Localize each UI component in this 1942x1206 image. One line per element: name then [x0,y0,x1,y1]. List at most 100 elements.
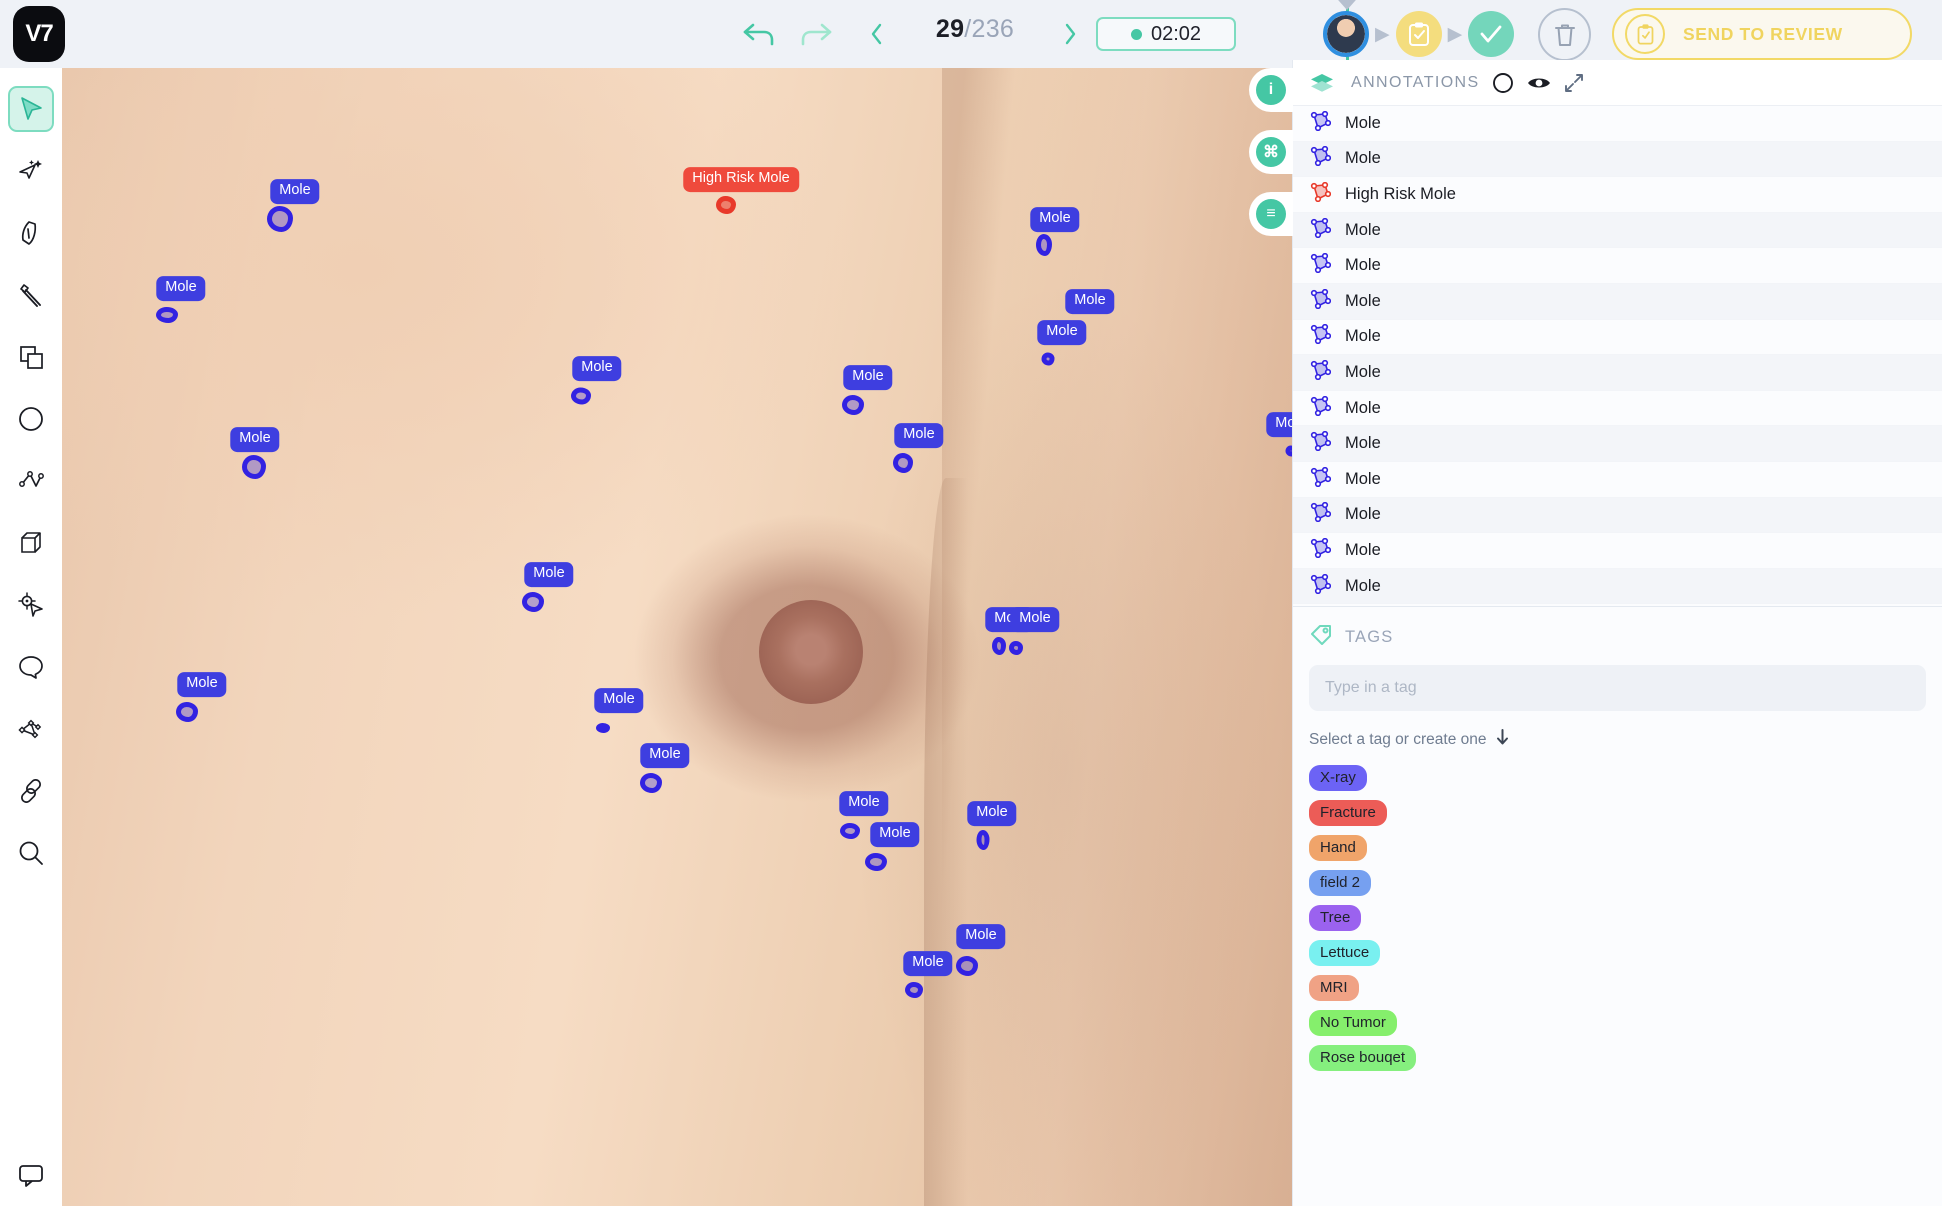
tag-chip[interactable]: Fracture [1309,800,1387,826]
tag-chip[interactable]: Tree [1309,905,1362,931]
annotation-label-chip[interactable]: Mole [524,562,574,587]
annotation-polygon[interactable] [571,387,591,405]
tag-chip[interactable]: field 2 [1309,870,1372,896]
annotation-polygon[interactable] [640,773,662,793]
annotation-polygon[interactable] [716,196,736,214]
tag-chip[interactable]: MRI [1309,975,1359,1001]
info-tab[interactable]: i [1249,68,1293,112]
annotation-polygon[interactable] [865,853,887,871]
annotation-label-chip[interactable]: Mole [839,791,889,816]
annotation-label-chip[interactable]: Mole [1065,289,1115,314]
v7-logo[interactable]: V7 [13,6,65,62]
annotation-polygon[interactable] [840,823,860,839]
annotation-list-item[interactable]: Mole [1293,355,1942,391]
annotation-list-item[interactable]: Mole [1293,426,1942,462]
annotation-label-chip[interactable]: Mole [230,427,280,452]
annotation-polygon[interactable] [1036,234,1052,256]
annotation-polygon[interactable] [905,982,923,998]
annotation-label-chip[interactable]: Mole [967,801,1017,826]
annotation-label-chip[interactable]: Mole [572,356,622,381]
annotation-polygon[interactable] [976,830,990,850]
annotation-polygon[interactable] [992,637,1006,655]
annotation-label-chip[interactable]: Mole [177,672,227,697]
annotation-label-chip[interactable]: Mole [1030,207,1080,232]
next-image-button[interactable] [1055,14,1085,54]
bounding-box-tool[interactable] [8,334,54,380]
send-to-review-button[interactable]: SEND TO REVIEW [1612,8,1912,60]
annotation-polygon[interactable] [1009,641,1023,655]
pen-tool[interactable] [8,210,54,256]
tag-chip[interactable]: No Tumor [1309,1010,1397,1036]
annotation-polygon[interactable] [956,956,978,976]
annotation-list-item[interactable]: Mole [1293,283,1942,320]
annotations-list[interactable]: Mole Mole High Risk Mole Mole Mole Mole Mole Mo… [1293,106,1942,606]
annotation-list-item[interactable]: Mole [1293,533,1942,569]
shortcuts-tab[interactable]: ⌘ [1249,130,1293,174]
polyline-tool[interactable] [8,458,54,504]
annotation-label-chip[interactable]: Mole [956,924,1006,949]
complete-stage-button[interactable] [1468,11,1515,57]
eye-icon[interactable] [1526,74,1552,92]
circle-outline-icon[interactable] [1492,72,1514,94]
tag-input[interactable]: Type in a tag [1309,665,1926,711]
review-stage-button[interactable] [1395,11,1442,57]
annotation-list-item[interactable]: Mole [1293,319,1942,356]
annotation-list-item[interactable]: Mole [1293,390,1942,427]
annotation-list-item[interactable]: Mole [1293,568,1942,605]
annotation-label-chip[interactable]: Mole [843,365,893,390]
annotation-polygon[interactable] [267,206,293,232]
annotation-polygon[interactable] [176,702,198,722]
select-tool[interactable] [8,86,54,132]
session-timer[interactable]: 02:02 [1096,17,1236,51]
redo-button[interactable] [795,14,835,54]
annotation-list-item[interactable]: Mole [1293,461,1942,498]
keypoint-tool[interactable] [8,582,54,628]
brush-tool[interactable] [8,272,54,318]
annotation-label-chip[interactable]: Mole [640,743,690,768]
ellipse-tool[interactable] [8,396,54,442]
annotation-label-chip[interactable]: Mole [1010,607,1060,632]
annotation-label-chip[interactable]: Mole [270,179,320,204]
expand-arrows-icon[interactable] [1564,73,1584,93]
link-tool[interactable] [8,768,54,814]
delete-button[interactable] [1538,8,1591,61]
tag-chip[interactable]: X-ray [1309,765,1367,791]
total-image-count: /236 [964,15,1015,43]
settings-tab[interactable]: ≡ [1249,192,1293,236]
zoom-tool[interactable] [8,830,54,876]
annotation-label-chip[interactable]: High Risk Mole [683,167,799,192]
previous-image-button[interactable] [862,14,892,54]
undo-button[interactable] [740,14,780,54]
annotation-label-chip[interactable]: Mole [870,822,920,847]
annotation-polygon[interactable] [842,395,864,415]
auto-annotate-tool[interactable] [8,148,54,194]
annotation-polygon[interactable] [242,455,266,479]
tag-chip[interactable]: Hand [1309,835,1367,861]
annotation-list-item[interactable]: Mole [1293,248,1942,284]
annotation-polygon[interactable] [596,723,610,733]
annotation-label-chip[interactable]: Mole [894,423,944,448]
tag-chip[interactable]: Rose bouqet [1309,1045,1417,1071]
annotation-label-chip[interactable]: Mole [156,276,206,301]
annotation-list-item[interactable]: Mole [1293,497,1942,534]
annotation-polygon[interactable] [156,307,178,323]
annotation-list-item[interactable]: Mole [1293,141,1942,178]
image-canvas[interactable]: Mole Mole High Risk Mole Mole Mole Mole Mole Mo… [62,68,1292,1206]
annotate-stage-avatar[interactable] [1323,11,1369,57]
annotation-polygon[interactable] [893,453,913,473]
tag-chip[interactable]: Lettuce [1309,940,1381,966]
annotation-list-item[interactable]: Mole [1293,212,1942,249]
annotation-label-chip[interactable]: Mole [903,951,953,976]
skeleton-tool[interactable] [8,706,54,752]
annotation-label-chip[interactable]: Mole [1266,412,1292,437]
annotation-polygon[interactable] [1041,352,1055,366]
annotation-label-chip[interactable]: Mole [594,688,644,713]
cuboid-tool[interactable] [8,520,54,566]
tag-chip-list[interactable]: X-ray Fracture Hand field 2 Tree Lettuce MRI No… [1309,765,1926,1071]
comment-bubble-tool[interactable] [8,644,54,690]
annotation-list-item[interactable]: High Risk Mole [1293,177,1942,213]
annotation-list-item[interactable]: Mole [1293,106,1942,142]
annotation-polygon[interactable] [522,592,544,612]
comments-button[interactable] [8,1152,54,1198]
annotation-label-chip[interactable]: Mole [1037,320,1087,345]
